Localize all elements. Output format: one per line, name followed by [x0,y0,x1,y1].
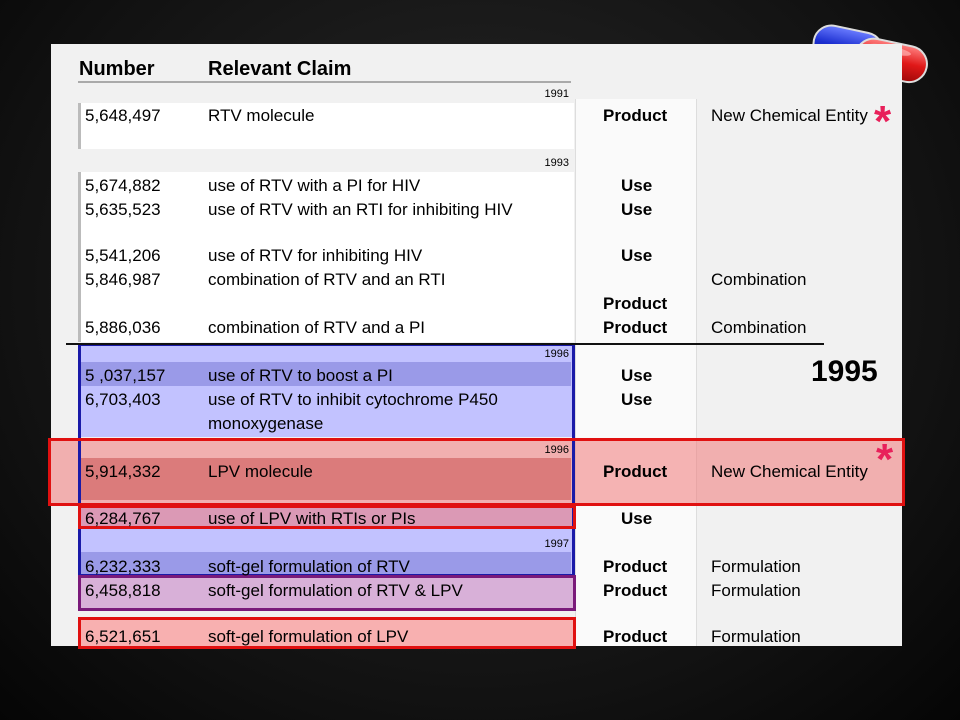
patent-number: 6,521,651 [85,627,161,646]
patent-number: 5,886,036 [85,318,161,337]
asterisk-marker: * [876,435,894,484]
patent-number: 5,648,497 [85,106,161,125]
patent-number: 5,674,882 [85,176,161,195]
patent-type: Combination [711,270,807,289]
divider-line [66,343,824,345]
year-label: 1997 [544,538,569,550]
patent-claim: LPV molecule [208,462,313,481]
patent-claim: use of RTV with an RTI for inhibiting HI… [208,200,513,219]
header-number: Number [79,58,155,80]
year-label: 1996 [544,444,569,456]
patent-number: 6,458,818 [85,581,161,600]
asterisk-marker: * [874,97,892,146]
year-label: 1996 [544,348,569,360]
patent-type: Formulation [711,627,801,646]
patent-number: 5 ,037,157 [85,366,166,385]
patent-claim: use of RTV with a PI for HIV [208,176,421,195]
patent-number: 5,541,206 [85,246,161,265]
patent-claim: combination of RTV and an RTI [208,270,446,289]
patent-claim: use of RTV to inhibit cytochrome P450 [208,390,498,409]
patent-claim: combination of RTV and a PI [208,318,426,337]
patent-kind: Product [603,581,668,600]
patent-kind: Product [603,294,668,313]
year-1995-label: 1995 [811,355,878,388]
patent-type: Combination [711,318,807,337]
patent-type: Formulation [711,581,801,600]
patent-kind: Product [603,462,668,481]
patent-kind: Use [621,246,653,265]
patent-number: 6,232,333 [85,557,161,576]
patent-type: Formulation [711,557,801,576]
header-claim: Relevant Claim [208,58,352,80]
patent-kind: Product [603,557,668,576]
year-label: 1993 [544,157,569,169]
patent-number: 5,914,332 [85,462,161,481]
patent-kind: Use [621,390,653,409]
patent-kind: Product [603,318,668,337]
header-rule [78,81,571,83]
patent-claim: soft-gel formulation of RTV & LPV [208,581,463,600]
patent-kind: Use [621,509,653,528]
patent-kind: Use [621,366,653,385]
patent-claim: RTV molecule [208,106,315,125]
patent-number: 6,284,767 [85,509,161,528]
patent-claim-continued: monoxygenase [208,414,324,433]
patent-type: New Chemical Entity [711,106,868,125]
patent-claim: soft-gel formulation of RTV [208,557,410,576]
patent-claim: use of RTV for inhibiting HIV [208,246,423,265]
patent-kind: Product [603,106,668,125]
patent-number: 6,703,403 [85,390,161,409]
patent-type: New Chemical Entity [711,462,868,481]
patent-claim: soft-gel formulation of LPV [208,627,409,646]
patent-number: 5,846,987 [85,270,161,289]
patent-claim: use of RTV to boost a PI [208,366,393,385]
patent-claim: use of LPV with RTIs or PIs [208,509,416,528]
patent-kind: Use [621,176,653,195]
patent-kind: Use [621,200,653,219]
patent-kind: Product [603,627,668,646]
year-label: 1991 [544,88,569,100]
patent-number: 5,635,523 [85,200,161,219]
